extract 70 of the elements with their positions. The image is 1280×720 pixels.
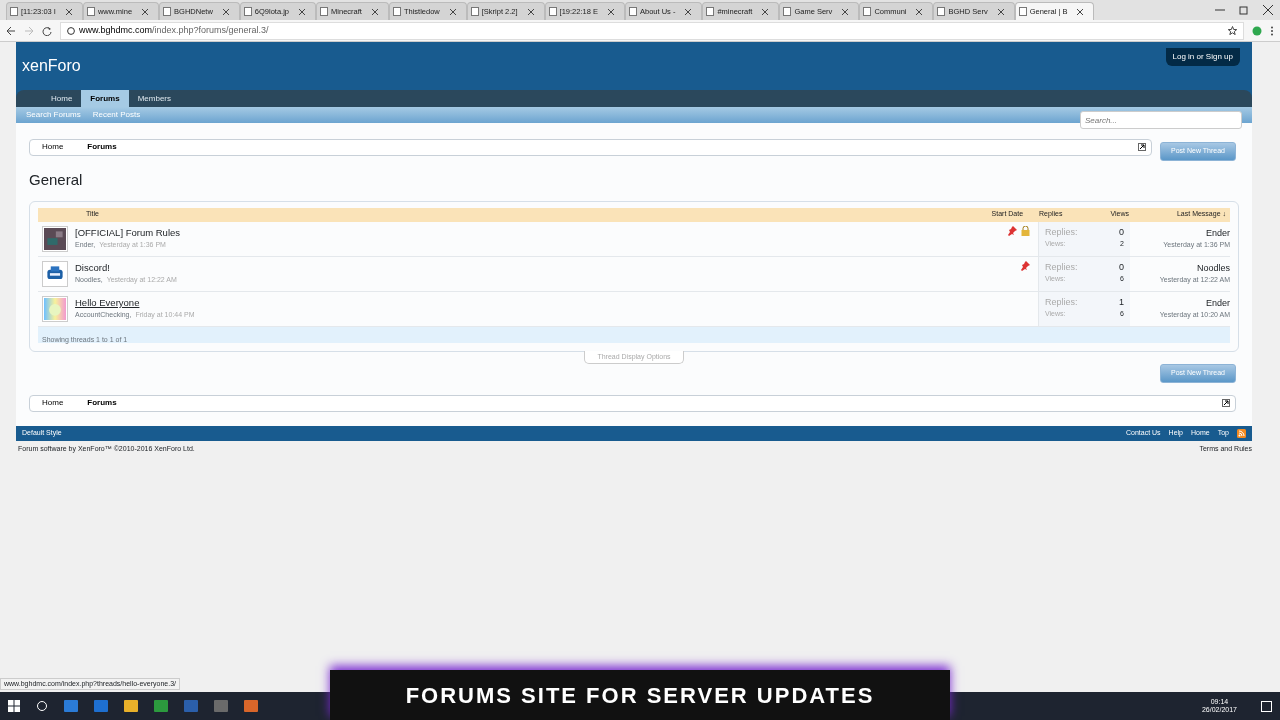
page-icon xyxy=(783,7,792,16)
page-icon xyxy=(470,7,479,16)
breadcrumb-link[interactable]: Forums xyxy=(75,397,129,409)
notification-icon[interactable] xyxy=(1261,700,1272,712)
page-icon xyxy=(863,7,872,16)
page-icon xyxy=(163,7,172,16)
page-icon xyxy=(706,7,715,16)
page-icon xyxy=(320,7,329,16)
url-text: www.bghdmc.com/index.php?forums/general.3/ xyxy=(79,23,269,37)
breadcrumb-link[interactable]: Forums xyxy=(75,141,129,154)
page-icon xyxy=(392,7,401,16)
close-icon[interactable] xyxy=(608,8,614,15)
close-icon[interactable] xyxy=(222,8,229,15)
menu-icon[interactable] xyxy=(1270,25,1274,36)
restore-icon[interactable] xyxy=(1239,5,1249,15)
page-icon xyxy=(548,7,557,16)
reload-icon[interactable] xyxy=(42,25,52,36)
search-icon[interactable] xyxy=(36,700,48,712)
close-icon[interactable] xyxy=(65,8,72,15)
external-link-icon[interactable] xyxy=(1138,143,1147,152)
thread-title-link[interactable]: Hello Everyone xyxy=(75,296,140,311)
login-link[interactable]: Log in or Sign up xyxy=(1165,48,1240,66)
page-icon xyxy=(10,7,18,16)
reply-count: 0 xyxy=(1119,225,1124,239)
rss-icon[interactable] xyxy=(1237,428,1246,438)
close-icon[interactable] xyxy=(1263,5,1273,15)
close-icon[interactable] xyxy=(997,8,1004,15)
close-icon[interactable] xyxy=(371,8,378,15)
nav-tab[interactable]: Home xyxy=(42,90,82,107)
back-icon[interactable] xyxy=(6,25,16,36)
page-icon xyxy=(629,7,637,16)
thread-title-link[interactable]: [OFFICIAL] Forum Rules xyxy=(75,226,181,241)
external-link-icon[interactable] xyxy=(1222,399,1230,407)
reply-count: 0 xyxy=(1119,260,1124,274)
last-poster-link[interactable]: Noodles xyxy=(1196,261,1230,275)
close-icon[interactable] xyxy=(842,8,849,15)
search-field[interactable]: Search... xyxy=(1080,111,1242,129)
page-icon xyxy=(243,7,252,16)
breadcrumb-link[interactable]: Home xyxy=(30,141,76,154)
stat-label: Replies: xyxy=(1045,260,1078,274)
extension-icon[interactable] xyxy=(1252,25,1262,36)
star-icon[interactable] xyxy=(1228,26,1237,35)
last-poster-link[interactable]: Ender xyxy=(1205,296,1230,310)
caption-banner: FORUMS SITE FOR SERVER UPDATES xyxy=(330,670,950,720)
user-avatar[interactable] xyxy=(42,225,68,252)
site-logo[interactable]: xenForo xyxy=(22,56,81,76)
close-icon[interactable] xyxy=(685,8,692,15)
thread-title-link[interactable]: Discord! xyxy=(75,261,110,276)
page-title: General xyxy=(28,169,84,190)
stat-label: Replies: xyxy=(1045,225,1078,239)
stat-label: Replies: xyxy=(1045,295,1078,309)
nav-tab[interactable]: Forums xyxy=(81,90,129,107)
nav-tab[interactable]: Members xyxy=(128,90,181,107)
close-icon[interactable] xyxy=(449,8,456,15)
close-icon[interactable] xyxy=(1077,8,1084,15)
page-icon xyxy=(86,7,95,16)
close-icon[interactable] xyxy=(916,8,923,15)
breadcrumb-link[interactable]: Home xyxy=(30,397,76,409)
close-icon[interactable] xyxy=(299,8,306,15)
reply-count: 1 xyxy=(1119,295,1124,309)
page-icon xyxy=(1018,7,1027,16)
info-icon xyxy=(67,26,75,35)
close-icon[interactable] xyxy=(527,8,534,15)
page-icon xyxy=(937,7,946,16)
windows-icon[interactable] xyxy=(8,700,20,712)
close-icon[interactable] xyxy=(762,8,769,15)
last-poster-link[interactable]: Ender xyxy=(1205,226,1230,240)
address-bar[interactable]: www.bghdmc.com/index.php?forums/general.3/ xyxy=(60,21,1244,40)
close-icon[interactable] xyxy=(142,8,149,15)
user-avatar[interactable] xyxy=(42,260,68,287)
